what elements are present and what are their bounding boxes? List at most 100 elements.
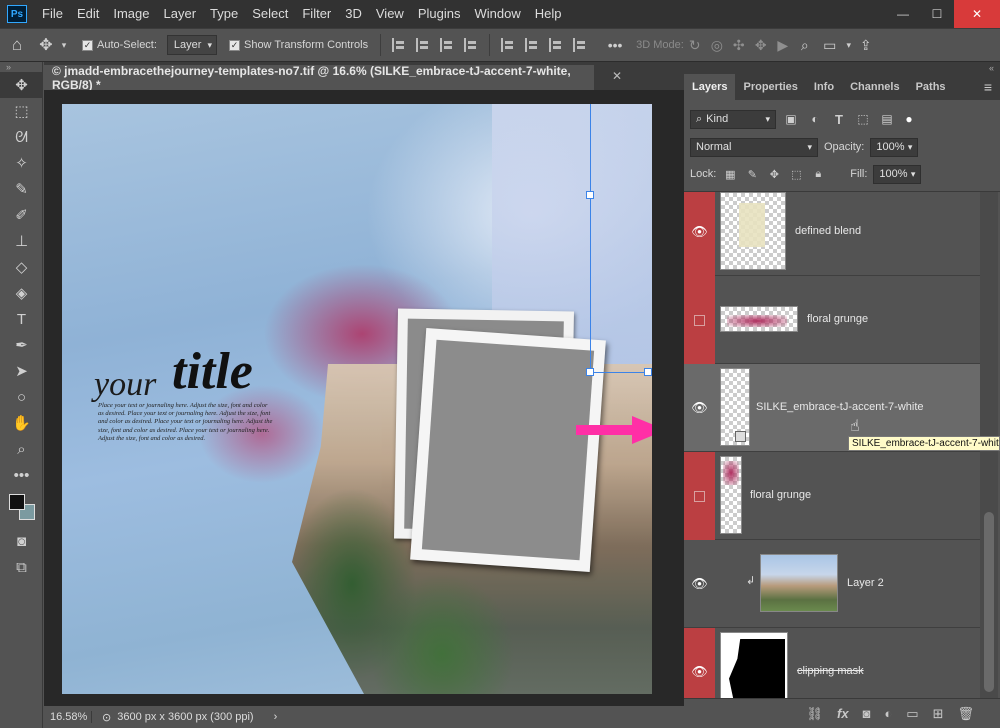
3d-roll-icon[interactable]: ◎ [706, 37, 728, 54]
add-mask-icon[interactable]: ◙ [863, 706, 871, 721]
link-layers-icon[interactable]: ⛓ [806, 706, 823, 722]
layer-row[interactable]: floral grunge [684, 276, 980, 364]
home-icon[interactable]: ⌂ [0, 35, 34, 55]
path-selection-tool[interactable]: ➤ [0, 358, 43, 384]
align-left-icon[interactable] [392, 38, 406, 52]
zoom-level[interactable]: 16.58% [44, 711, 92, 723]
layer-row[interactable]: floral grunge [684, 452, 980, 540]
layer-filter-dropdown[interactable]: ⌕ Kind ▾ [690, 109, 776, 129]
move-tool-icon[interactable]: ✥ [34, 35, 58, 55]
quick-mask-icon[interactable]: ◙ [0, 528, 43, 554]
fill-field[interactable]: 100% ▾ [873, 164, 922, 184]
paint-bucket-tool[interactable]: ◈ [0, 280, 43, 306]
visibility-toggle[interactable]: 👁︎ [684, 364, 715, 452]
menu-file[interactable]: File [35, 0, 70, 28]
screen-mode-icon[interactable]: ⧉ [0, 554, 43, 580]
type-tool[interactable]: T [0, 306, 43, 332]
close-window-button[interactable]: ✕ [954, 0, 1000, 28]
panel-collapse-icon[interactable]: » [0, 62, 42, 72]
layer-row[interactable]: 👁︎ defined blend [684, 192, 980, 276]
menu-help[interactable]: Help [528, 0, 569, 28]
panel-menu-icon[interactable]: ≡ [984, 74, 992, 100]
tab-paths[interactable]: Paths [908, 74, 954, 100]
blend-mode-dropdown[interactable]: Normal ▾ [690, 137, 818, 157]
distribute-middle-icon[interactable] [525, 38, 539, 52]
delete-layer-icon[interactable]: 🗑︎ [957, 706, 974, 722]
menu-view[interactable]: View [369, 0, 411, 28]
ellipse-tool[interactable]: ○ [0, 384, 43, 410]
menu-plugins[interactable]: Plugins [411, 0, 468, 28]
stamp-tool[interactable]: ⊥ [0, 228, 43, 254]
magic-wand-tool[interactable]: ✧ [0, 150, 43, 176]
menu-3d[interactable]: 3D [338, 0, 369, 28]
distribute-left-icon[interactable] [573, 38, 587, 52]
align-center-icon[interactable] [416, 38, 430, 52]
layer-row[interactable]: 👁︎ ↲ Layer 2 [684, 540, 980, 628]
chevron-down-icon[interactable]: ▾ [844, 40, 854, 51]
workspace-icon[interactable]: ▭ [816, 37, 844, 54]
menu-type[interactable]: Type [203, 0, 245, 28]
filter-shape-icon[interactable]: ⬚ [854, 112, 872, 126]
lock-all-icon[interactable]: 🔒︎ [810, 168, 826, 181]
photo-frame-front[interactable] [410, 328, 606, 572]
visibility-toggle[interactable]: 👁︎ [684, 192, 715, 276]
lock-transparent-icon[interactable]: ▦ [722, 168, 738, 181]
filter-toggle-icon[interactable]: ● [902, 112, 916, 126]
chevron-right-icon[interactable]: › [274, 711, 278, 724]
lasso-tool[interactable]: ᘛ [0, 124, 43, 150]
zoom-tool[interactable]: ⌕ [0, 436, 43, 462]
move-tool[interactable]: ✥ [0, 72, 43, 98]
tab-info[interactable]: Info [806, 74, 842, 100]
show-transform-checkbox[interactable]: ✓ [228, 39, 240, 51]
eyedropper-tool[interactable]: ✎ [0, 176, 43, 202]
minimize-button[interactable]: — [886, 0, 920, 28]
canvas-area[interactable]: title your Place your text or journaling… [44, 90, 684, 706]
auto-select-checkbox[interactable]: ✓ [82, 39, 93, 51]
eraser-tool[interactable]: ◇ [0, 254, 43, 280]
more-tools-icon[interactable]: ••• [0, 462, 43, 488]
hand-tool[interactable]: ✋ [0, 410, 43, 436]
visibility-toggle[interactable]: 👁︎ [684, 628, 715, 698]
new-layer-icon[interactable]: ⊞ [933, 706, 944, 722]
opacity-field[interactable]: 100% ▾ [870, 137, 919, 157]
pen-tool[interactable]: ✒ [0, 332, 43, 358]
document-canvas[interactable]: title your Place your text or journaling… [62, 104, 652, 694]
lock-pixels-icon[interactable]: ✎ [744, 168, 760, 181]
menu-image[interactable]: Image [106, 0, 156, 28]
filter-type-icon[interactable]: T [830, 112, 848, 127]
3d-camera-icon[interactable]: ▶ [772, 37, 794, 54]
panel-collapse-strip[interactable]: « [684, 62, 1000, 74]
search-icon[interactable]: ⌕ [794, 37, 816, 54]
distribute-top-icon[interactable] [501, 38, 515, 52]
distribute-bottom-icon[interactable] [549, 38, 563, 52]
tab-channels[interactable]: Channels [842, 74, 908, 100]
menu-edit[interactable]: Edit [70, 0, 106, 28]
menu-window[interactable]: Window [467, 0, 527, 28]
transform-handle[interactable] [586, 368, 594, 376]
chevron-down-icon[interactable]: ▾ [58, 40, 70, 51]
menu-select[interactable]: Select [245, 0, 295, 28]
auto-select-target-dropdown[interactable]: Layer ▾ [166, 35, 217, 55]
more-options-icon[interactable]: ••• [600, 37, 630, 53]
menu-layer[interactable]: Layer [157, 0, 204, 28]
layer-style-icon[interactable]: fx [837, 706, 849, 721]
document-info[interactable]: ⊙ 3600 px x 3600 px (300 ppi) › [92, 711, 277, 724]
new-group-icon[interactable]: ▭ [906, 706, 918, 722]
align-right-icon[interactable] [440, 38, 454, 52]
brush-tool[interactable]: ✐ [0, 202, 43, 228]
3d-rotate-icon[interactable]: ↻ [684, 37, 706, 54]
share-icon[interactable]: ⇪ [854, 37, 878, 54]
layer-row[interactable]: 👁︎ clipping mask [684, 628, 980, 698]
lock-position-icon[interactable]: ✥ [766, 168, 782, 181]
foreground-color-swatch[interactable] [9, 494, 25, 510]
visibility-toggle[interactable] [684, 452, 715, 540]
tab-layers[interactable]: Layers [684, 74, 736, 100]
align-top-icon[interactable] [464, 38, 478, 52]
marquee-tool[interactable]: ⬚ [0, 98, 43, 124]
visibility-toggle[interactable]: 👁︎ [684, 540, 715, 628]
lock-artboard-icon[interactable]: ⬚ [788, 168, 804, 181]
menu-filter[interactable]: Filter [295, 0, 338, 28]
show-transform-option[interactable]: ✓ Show Transform Controls [228, 39, 368, 51]
scrollbar-thumb[interactable] [984, 512, 994, 692]
adjustment-layer-icon[interactable]: ◐ [884, 706, 892, 721]
